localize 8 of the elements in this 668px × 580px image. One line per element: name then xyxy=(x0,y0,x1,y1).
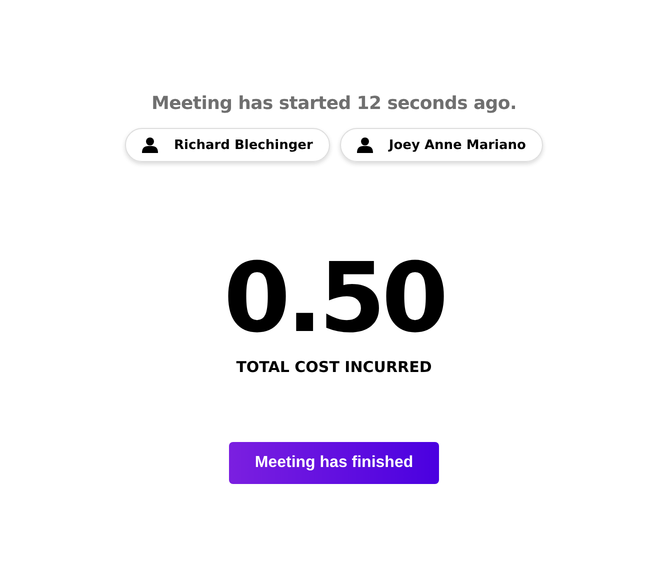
finish-button[interactable]: Meeting has finished xyxy=(229,442,439,484)
person-icon xyxy=(356,137,373,153)
cost-label: TOTAL COST INCURRED xyxy=(236,358,432,376)
participant-name: Joey Anne Mariano xyxy=(388,138,526,152)
status-text: Meeting has started 12 seconds ago. xyxy=(151,93,516,114)
person-icon xyxy=(142,137,158,153)
participant-name: Richard Blechinger xyxy=(174,138,313,152)
cost-amount: 0.50 xyxy=(224,250,444,346)
